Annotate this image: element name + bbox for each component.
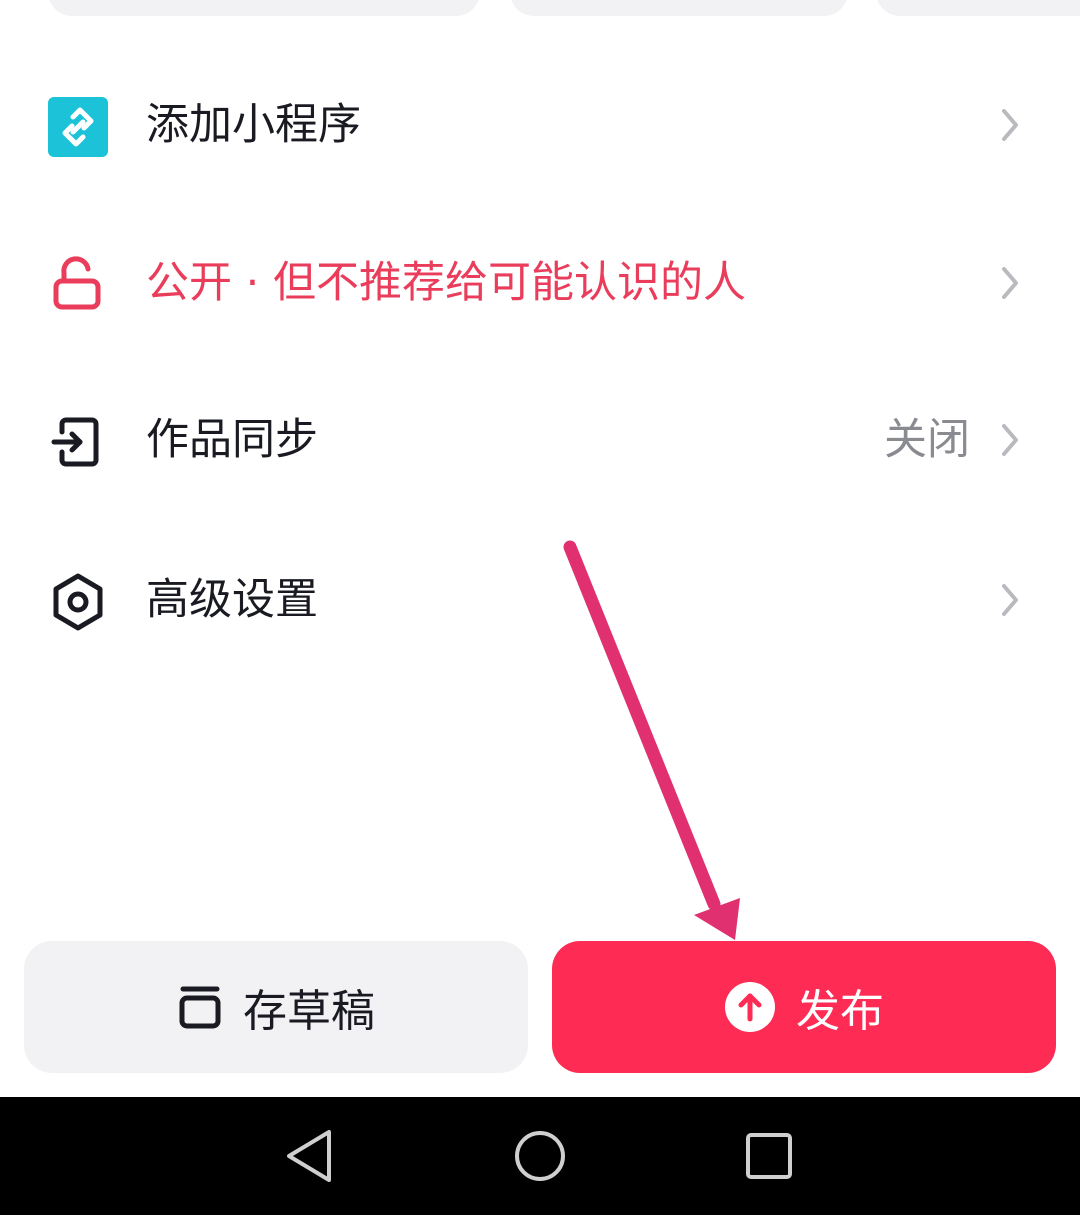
recents-square-icon[interactable] [734, 1121, 804, 1191]
advanced-settings-label: 高级设置 [146, 575, 318, 625]
visibility-label: 公开 · 但不推荐给可能认识的人 [146, 258, 747, 308]
publish-button[interactable]: 发布 [552, 941, 1056, 1073]
add-mini-program-row[interactable]: 添加小程序 [0, 60, 1080, 190]
add-mini-program-label: 添加小程序 [146, 100, 361, 150]
unlock-icon [53, 256, 101, 310]
chevron-right-icon [1002, 109, 1018, 141]
mini-program-icon [48, 97, 108, 157]
top-option-chip[interactable] [510, 0, 848, 16]
system-navigation-bar [0, 1097, 1080, 1215]
draft-box-icon [179, 986, 221, 1029]
save-draft-button[interactable]: 存草稿 [24, 941, 528, 1073]
save-draft-label: 存草稿 [243, 986, 375, 1037]
settings-hexagon-icon [53, 573, 103, 631]
chevron-right-icon [1002, 584, 1018, 616]
work-sync-value: 关闭 [884, 415, 970, 465]
top-option-chip[interactable] [876, 0, 1080, 16]
publish-label: 发布 [796, 986, 884, 1037]
back-triangle-icon[interactable] [275, 1121, 345, 1191]
upload-arrow-icon [725, 982, 775, 1032]
sync-exit-icon [51, 417, 99, 467]
home-circle-icon[interactable] [505, 1121, 575, 1191]
work-sync-label: 作品同步 [146, 415, 318, 465]
visibility-row[interactable]: 公开 · 但不推荐给可能认识的人 [0, 218, 1080, 348]
work-sync-row[interactable]: 作品同步 关闭 [0, 375, 1080, 505]
chevron-right-icon [1002, 267, 1018, 299]
top-option-chip[interactable] [48, 0, 480, 16]
chevron-right-icon [1002, 424, 1018, 456]
advanced-settings-row[interactable]: 高级设置 [0, 535, 1080, 665]
